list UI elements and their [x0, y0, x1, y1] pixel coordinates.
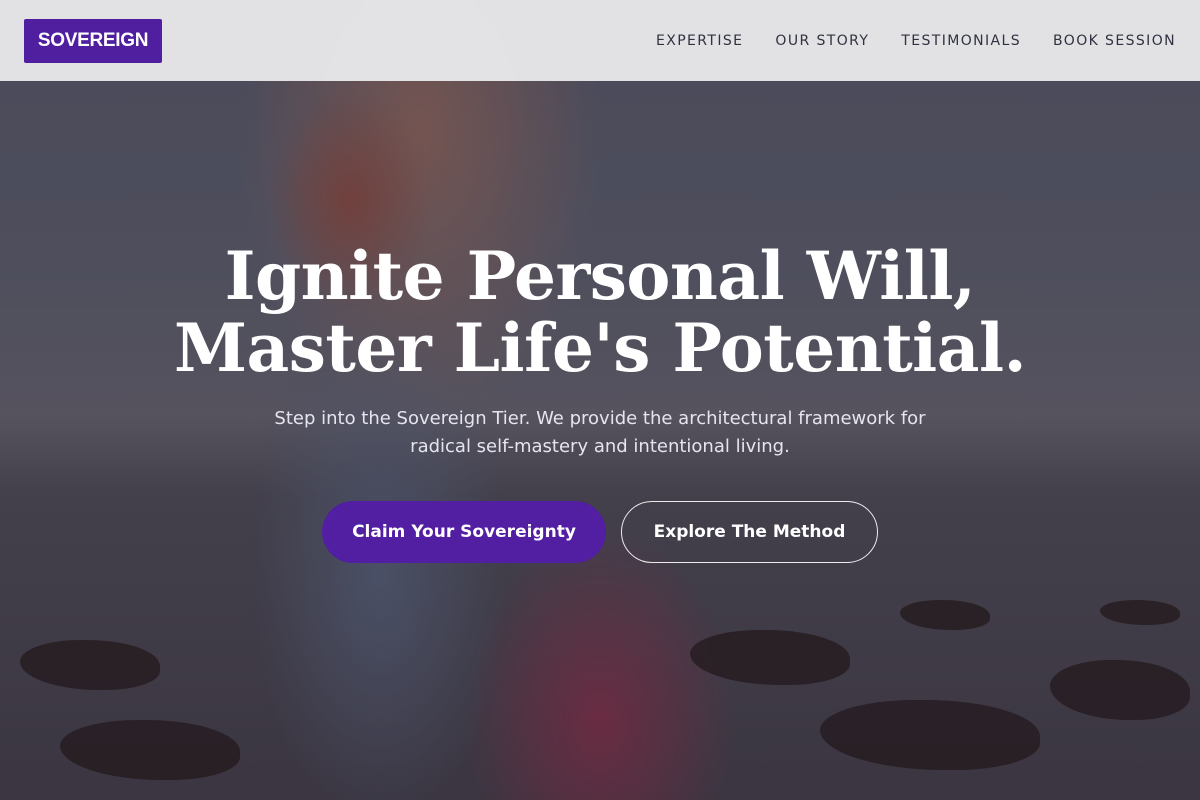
- hero-headline: Ignite Personal Will, Master Life's Pote…: [100, 240, 1100, 384]
- explore-method-button[interactable]: Explore The Method: [621, 501, 878, 563]
- nav-link-our-story[interactable]: OUR STORY: [775, 33, 869, 49]
- nav-link-book-session[interactable]: BOOK SESSION: [1053, 33, 1176, 49]
- hero-subheadline: Step into the Sovereign Tier. We provide…: [274, 408, 926, 457]
- nav-link-testimonials[interactable]: TESTIMONIALS: [901, 33, 1021, 49]
- hero-headline-line1: Ignite Personal Will,: [224, 237, 976, 315]
- hero-content: Ignite Personal Will, Master Life's Pote…: [0, 0, 1200, 800]
- claim-sovereignty-button[interactable]: Claim Your Sovereignty: [322, 501, 606, 563]
- main-nav: EXPERTISE OUR STORY TESTIMONIALS BOOK SE…: [624, 33, 1176, 49]
- hero-headline-line2: Master Life's Potential.: [173, 309, 1027, 387]
- brand-logo[interactable]: SOVEREIGN: [24, 18, 162, 63]
- site-header: SOVEREIGN EXPERTISE OUR STORY TESTIMONIA…: [0, 0, 1200, 81]
- nav-link-expertise[interactable]: EXPERTISE: [656, 33, 743, 49]
